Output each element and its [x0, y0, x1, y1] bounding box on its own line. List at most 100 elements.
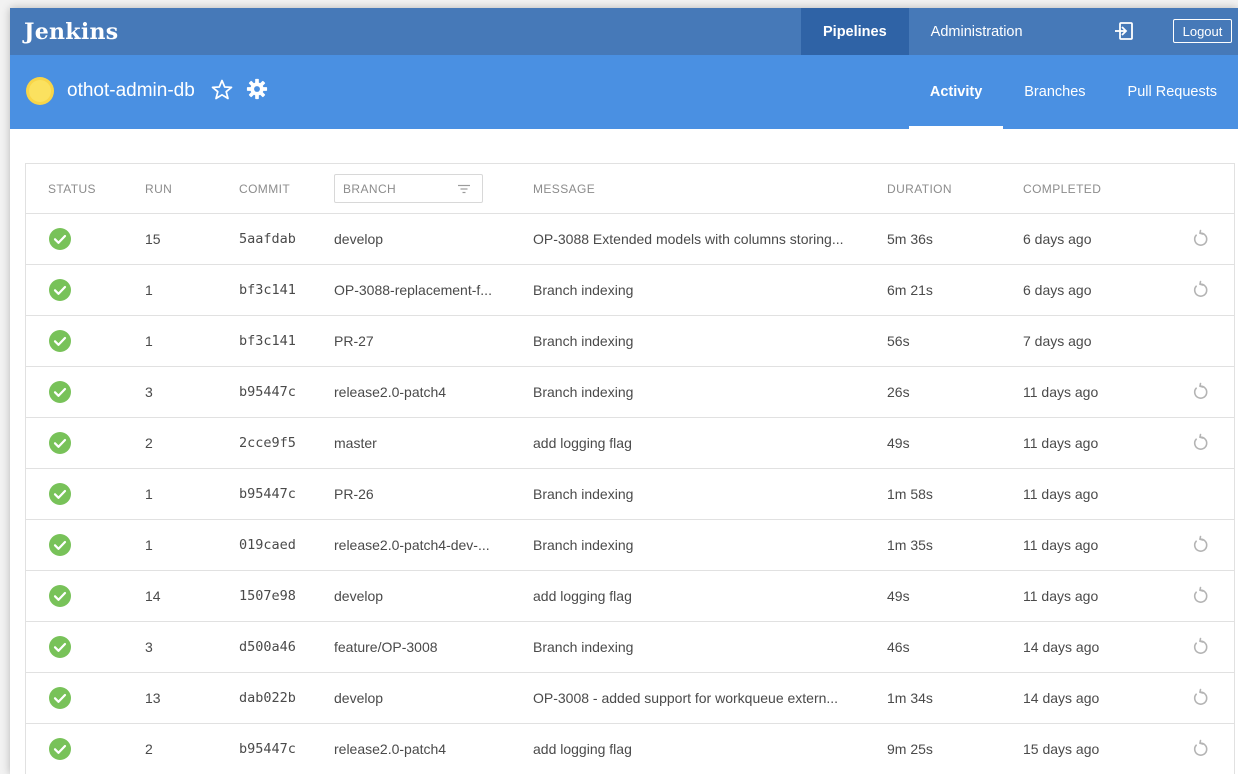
- rerun-icon[interactable]: [1190, 382, 1210, 402]
- commit-hash[interactable]: bf3c141: [239, 265, 296, 315]
- run-number: 2: [145, 435, 153, 451]
- tab-activity[interactable]: Activity: [908, 55, 1004, 129]
- rerun-icon[interactable]: [1190, 535, 1210, 555]
- run-duration: 1m 34s: [887, 690, 933, 706]
- rerun-icon[interactable]: [1190, 229, 1210, 249]
- commit-hash[interactable]: d500a46: [239, 622, 296, 672]
- header-branch: BRANCH: [343, 182, 397, 196]
- run-number: 2: [145, 741, 153, 757]
- table-row[interactable]: 3 b95447c release2.0-patch4 Branch indexing…: [26, 367, 1234, 418]
- run-number: 3: [145, 384, 153, 400]
- run-duration: 1m 35s: [887, 537, 933, 553]
- rerun-icon[interactable]: [1190, 688, 1210, 708]
- branch-name: OP-3088-replacement-f...: [334, 282, 492, 298]
- header-status: STATUS: [48, 181, 96, 196]
- row-actions: [1188, 520, 1212, 570]
- completed-time: 11 days ago: [1023, 384, 1099, 400]
- commit-hash[interactable]: 1507e98: [239, 571, 296, 621]
- status-cell: [48, 316, 72, 366]
- row-actions: [1188, 673, 1212, 723]
- jenkins-logo[interactable]: Jenkins: [24, 19, 118, 45]
- status-cell: [48, 367, 72, 417]
- commit-hash[interactable]: 5aafdab: [239, 214, 296, 264]
- favorite-star-icon[interactable]: [210, 78, 234, 102]
- commit-hash[interactable]: b95447c: [239, 469, 296, 519]
- table-row[interactable]: 2 b95447c release2.0-patch4 add logging fla…: [26, 724, 1234, 774]
- header-completed: COMPLETED: [1023, 181, 1102, 196]
- row-actions: [1188, 469, 1212, 519]
- commit-hash[interactable]: b95447c: [239, 724, 296, 774]
- completed-time: 7 days ago: [1023, 333, 1092, 349]
- commit-hash[interactable]: 019caed: [239, 520, 296, 570]
- activity-table: STATUS RUN COMMIT BRANCH MESSAGE DURATIO…: [25, 163, 1235, 774]
- nav-pipelines[interactable]: Pipelines: [801, 8, 909, 55]
- commit-hash[interactable]: 2cce9f5: [239, 418, 296, 468]
- commit-message: add logging flag: [533, 588, 632, 604]
- run-duration: 5m 36s: [887, 231, 933, 247]
- success-check-icon: [49, 687, 71, 709]
- rerun-icon[interactable]: [1190, 637, 1210, 657]
- logout-button[interactable]: Logout: [1173, 19, 1232, 43]
- tab-pull-requests[interactable]: Pull Requests: [1107, 55, 1238, 129]
- settings-gear-icon[interactable]: [246, 78, 268, 100]
- commit-message: Branch indexing: [533, 486, 634, 502]
- sunny-icon: [26, 77, 54, 105]
- row-actions: [1188, 367, 1212, 417]
- run-duration: 9m 25s: [887, 741, 933, 757]
- table-row[interactable]: 1 019caed release2.0-patch4-dev-... Branch …: [26, 520, 1234, 571]
- branch-name: PR-26: [334, 486, 374, 502]
- table-row[interactable]: 14 1507e98 develop add logging flag 49s 11 da…: [26, 571, 1234, 622]
- table-row[interactable]: 13 dab022b develop OP-3008 - added support …: [26, 673, 1234, 724]
- completed-time: 6 days ago: [1023, 282, 1092, 298]
- run-number: 15: [145, 231, 161, 247]
- run-number: 1: [145, 486, 153, 502]
- rerun-icon[interactable]: [1190, 586, 1210, 606]
- row-actions: [1188, 622, 1212, 672]
- commit-hash[interactable]: b95447c: [239, 367, 296, 417]
- commit-message: Branch indexing: [533, 384, 634, 400]
- status-cell: [48, 469, 72, 519]
- run-number: 1: [145, 333, 153, 349]
- status-cell: [48, 418, 72, 468]
- header-duration: DURATION: [887, 181, 952, 196]
- rerun-icon[interactable]: [1190, 739, 1210, 759]
- pipeline-name[interactable]: othot-admin-db: [67, 80, 195, 102]
- table-row[interactable]: 3 d500a46 feature/OP-3008 Branch indexing 46…: [26, 622, 1234, 673]
- branch-name: develop: [334, 690, 384, 706]
- table-row[interactable]: 15 5aafdab develop OP-3088 Extended models …: [26, 214, 1234, 265]
- commit-message: Branch indexing: [533, 537, 634, 553]
- status-cell: [48, 214, 72, 264]
- run-number: 1: [145, 537, 153, 553]
- nav-administration[interactable]: Administration: [909, 8, 1045, 55]
- run-number: 3: [145, 639, 153, 655]
- commit-hash[interactable]: bf3c141: [239, 316, 296, 366]
- commit-message: OP-3088 Extended models with columns sto…: [533, 231, 844, 247]
- branch-name: release2.0-patch4: [334, 384, 447, 400]
- branch-filter-input[interactable]: BRANCH: [334, 174, 483, 203]
- branch-name: PR-27: [334, 333, 374, 349]
- run-duration: 46s: [887, 639, 910, 655]
- table-row[interactable]: 1 bf3c141 OP-3088-replacement-f... Branch i…: [26, 265, 1234, 316]
- success-check-icon: [49, 228, 71, 250]
- status-cell: [48, 520, 72, 570]
- filter-icon: [458, 184, 470, 194]
- table-row[interactable]: 2 2cce9f5 master add logging flag 49s 11 days…: [26, 418, 1234, 469]
- run-number: 13: [145, 690, 161, 706]
- completed-time: 11 days ago: [1023, 588, 1099, 604]
- status-cell: [48, 673, 72, 723]
- table-row[interactable]: 1 bf3c141 PR-27 Branch indexing 56s 7 days ag…: [26, 316, 1234, 367]
- branch-name: release2.0-patch4-dev-...: [334, 537, 490, 553]
- table-row[interactable]: 1 b95447c PR-26 Branch indexing 1m 58s 11 day…: [26, 469, 1234, 520]
- sign-out-icon[interactable]: [1114, 21, 1134, 41]
- table-body: 15 5aafdab develop OP-3088 Extended models …: [26, 214, 1234, 774]
- rerun-icon[interactable]: [1190, 433, 1210, 453]
- tab-branches[interactable]: Branches: [1003, 55, 1106, 129]
- completed-time: 11 days ago: [1023, 486, 1099, 502]
- row-actions: [1188, 316, 1212, 366]
- completed-time: 6 days ago: [1023, 231, 1092, 247]
- success-check-icon: [49, 738, 71, 760]
- rerun-icon[interactable]: [1190, 280, 1210, 300]
- branch-name: develop: [334, 231, 384, 247]
- commit-hash[interactable]: dab022b: [239, 673, 296, 723]
- completed-time: 14 days ago: [1023, 639, 1100, 655]
